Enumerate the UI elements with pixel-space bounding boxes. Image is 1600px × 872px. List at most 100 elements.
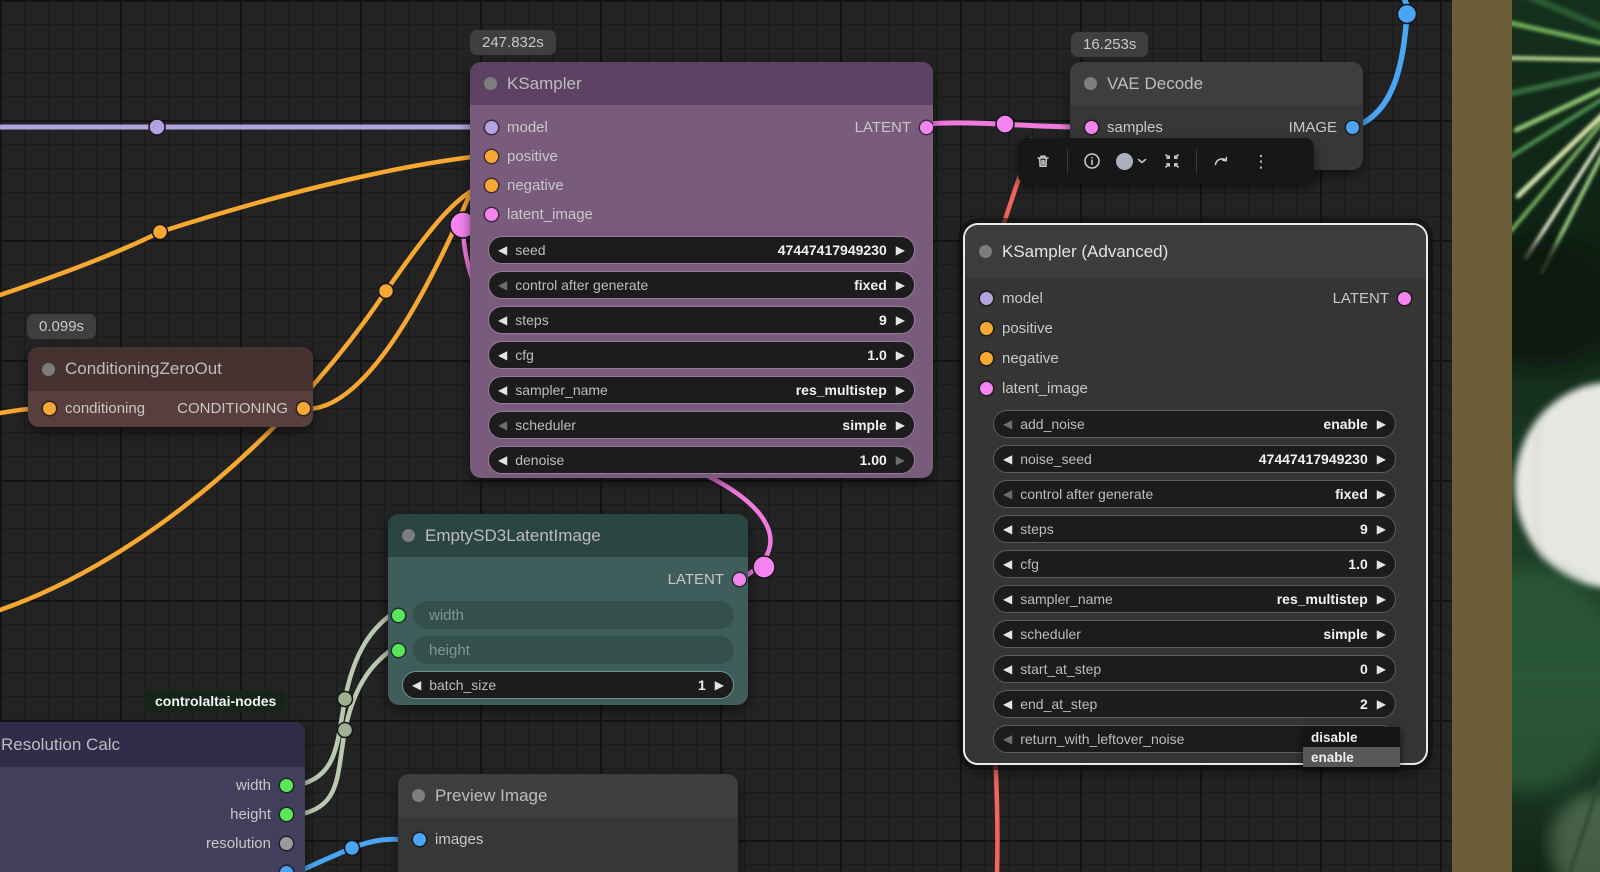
widget-row[interactable]: ◀ add_noise enable ▶ <box>993 410 1396 438</box>
input-field-row: width <box>388 601 748 629</box>
node-empty-sd3-latent-image[interactable]: EmptySD3LatentImage LATENT width <box>388 514 748 705</box>
increment-arrow-icon[interactable]: ▶ <box>896 244 905 256</box>
input-slot-dot[interactable] <box>980 322 993 335</box>
output-slot-dot[interactable] <box>920 121 933 134</box>
increment-arrow-icon[interactable]: ▶ <box>896 349 905 361</box>
collapse-dot-icon[interactable] <box>484 77 497 90</box>
increment-arrow-icon[interactable]: ▶ <box>1377 418 1386 430</box>
kebab-menu-icon[interactable]: ⋮ <box>1242 145 1280 177</box>
widget-row[interactable]: ◀ cfg 1.0 ▶ <box>993 550 1396 578</box>
decrement-arrow-icon[interactable]: ◀ <box>498 419 507 431</box>
redo-icon[interactable] <box>1202 145 1240 177</box>
decrement-arrow-icon[interactable]: ◀ <box>498 279 507 291</box>
collapse-dot-icon[interactable] <box>979 245 992 258</box>
collapse-dot-icon[interactable] <box>42 363 55 376</box>
widget-row[interactable]: ◀ start_at_step 0 ▶ <box>993 655 1396 683</box>
increment-arrow-icon[interactable]: ▶ <box>1377 558 1386 570</box>
widget-row[interactable]: ◀ control after generate fixed ▶ <box>488 271 915 299</box>
decrement-arrow-icon[interactable]: ◀ <box>1003 628 1012 640</box>
output-slot-dot[interactable] <box>280 779 293 792</box>
widget-row[interactable]: ◀ noise_seed 47447417949230 ▶ <box>993 445 1396 473</box>
increment-arrow-icon[interactable]: ▶ <box>896 384 905 396</box>
input-slot-dot[interactable] <box>485 179 498 192</box>
input-slot-dot[interactable] <box>980 292 993 305</box>
widget-row[interactable]: ◀ sampler_name res_multistep ▶ <box>993 585 1396 613</box>
increment-arrow-icon[interactable]: ▶ <box>1377 488 1386 500</box>
increment-arrow-icon[interactable]: ▶ <box>1377 523 1386 535</box>
output-slot-dot[interactable] <box>280 808 293 821</box>
decrement-arrow-icon[interactable]: ◀ <box>1003 488 1012 500</box>
input-slot-dot[interactable] <box>485 121 498 134</box>
collapse-dot-icon[interactable] <box>1084 77 1097 90</box>
increment-arrow-icon[interactable]: ▶ <box>896 279 905 291</box>
input-slot-dot[interactable] <box>980 352 993 365</box>
decrement-arrow-icon[interactable]: ◀ <box>1003 453 1012 465</box>
decrement-arrow-icon[interactable]: ◀ <box>1003 418 1012 430</box>
collapse-dot-icon[interactable] <box>402 529 415 542</box>
node-ksampler-advanced[interactable]: KSampler (Advanced) model positive <box>963 223 1428 765</box>
decrement-arrow-icon[interactable]: ◀ <box>1003 733 1012 745</box>
widget-row[interactable]: ◀ end_at_step 2 ▶ <box>993 690 1396 718</box>
decrement-arrow-icon[interactable]: ◀ <box>498 454 507 466</box>
input-slot-dot[interactable] <box>980 382 993 395</box>
input-slot-dot[interactable] <box>1085 121 1098 134</box>
decrement-arrow-icon[interactable]: ◀ <box>498 349 507 361</box>
decrement-arrow-icon[interactable]: ◀ <box>498 314 507 326</box>
trash-icon[interactable] <box>1024 145 1062 177</box>
increment-arrow-icon[interactable]: ▶ <box>1377 698 1386 710</box>
increment-arrow-icon[interactable]: ▶ <box>896 419 905 431</box>
widget-row[interactable]: ◀ scheduler simple ▶ <box>993 620 1396 648</box>
input-slot-dot[interactable] <box>392 644 405 657</box>
widget-row[interactable]: ◀ scheduler simple ▶ <box>488 411 915 439</box>
decrement-arrow-icon[interactable]: ◀ <box>1003 593 1012 605</box>
input-slot-dot[interactable] <box>485 150 498 163</box>
widget-row[interactable]: ◀ cfg 1.0 ▶ <box>488 341 915 369</box>
decrement-arrow-icon[interactable]: ◀ <box>498 384 507 396</box>
decrement-arrow-icon[interactable]: ◀ <box>412 679 421 691</box>
widget-row[interactable]: ◀ batch_size 1 ▶ <box>402 671 734 699</box>
increment-arrow-icon[interactable]: ▶ <box>896 314 905 326</box>
decrement-arrow-icon[interactable]: ◀ <box>1003 523 1012 535</box>
increment-arrow-icon[interactable]: ▶ <box>1377 663 1386 675</box>
increment-arrow-icon[interactable]: ▶ <box>715 679 724 691</box>
input-slot-dot[interactable] <box>43 402 56 415</box>
increment-arrow-icon[interactable]: ▶ <box>1377 453 1386 465</box>
decrement-arrow-icon[interactable]: ◀ <box>498 244 507 256</box>
dropdown-option[interactable]: enable <box>1303 747 1400 767</box>
output-slot-dot[interactable] <box>280 837 293 850</box>
increment-arrow-icon[interactable]: ▶ <box>1377 628 1386 640</box>
output-slot-dot[interactable] <box>1346 121 1359 134</box>
color-swatch[interactable] <box>1113 145 1151 177</box>
number-field[interactable]: width <box>413 601 734 629</box>
number-field[interactable]: height <box>413 636 734 664</box>
input-slot-dot[interactable] <box>392 609 405 622</box>
decrement-arrow-icon[interactable]: ◀ <box>1003 698 1012 710</box>
node-resolution-calc[interactable]: Resolution Calc width height res <box>0 722 305 872</box>
output-slot-dot[interactable] <box>733 573 746 586</box>
node-preview-image[interactable]: Preview Image images <box>398 774 738 872</box>
input-slot-dot[interactable] <box>413 833 426 846</box>
output-slot-dot[interactable] <box>297 402 310 415</box>
widget-row[interactable]: ◀ steps 9 ▶ <box>488 306 915 334</box>
node-graph-editor: KSampler model positive <box>0 0 1600 872</box>
widget-row[interactable]: ◀ steps 9 ▶ <box>993 515 1396 543</box>
decrement-arrow-icon[interactable]: ◀ <box>1003 663 1012 675</box>
dropdown-option[interactable]: disable <box>1303 727 1400 747</box>
decrement-arrow-icon[interactable]: ◀ <box>1003 558 1012 570</box>
widget-row[interactable]: ◀ denoise 1.00 ▶ <box>488 446 915 474</box>
widget-row[interactable]: ◀ seed 47447417949230 ▶ <box>488 236 915 264</box>
widget-row[interactable]: ◀ control after generate fixed ▶ <box>993 480 1396 508</box>
node-header: KSampler (Advanced) <box>965 225 1426 278</box>
output-slot-dot[interactable] <box>1398 292 1411 305</box>
info-icon[interactable] <box>1073 145 1111 177</box>
widget-row[interactable]: ◀ sampler_name res_multistep ▶ <box>488 376 915 404</box>
node-ksampler[interactable]: KSampler model positive <box>470 62 933 478</box>
collapse-dot-icon[interactable] <box>412 789 425 802</box>
collapse-icon[interactable] <box>1153 145 1191 177</box>
increment-arrow-icon[interactable]: ▶ <box>1377 593 1386 605</box>
increment-arrow-icon[interactable]: ▶ <box>896 454 905 466</box>
node-conditioning-zero-out[interactable]: ConditioningZeroOut conditioning CONDITI… <box>28 347 313 427</box>
input-slot-dot[interactable] <box>485 208 498 221</box>
widget-label: denoise <box>515 452 564 468</box>
output-slot-dot[interactable] <box>280 866 293 872</box>
